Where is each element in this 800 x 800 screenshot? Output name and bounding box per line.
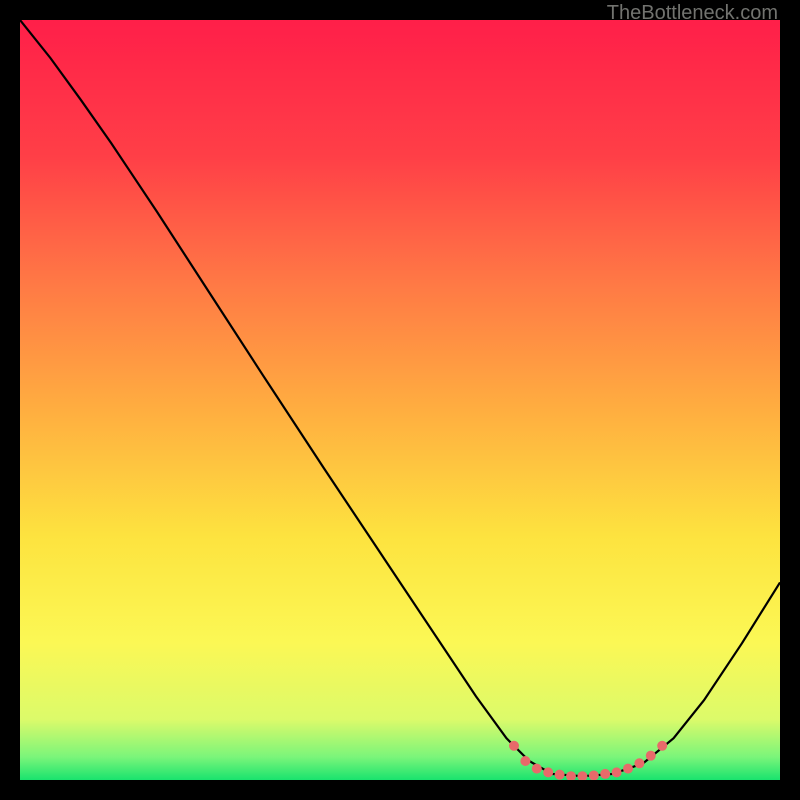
gradient-background [20, 20, 780, 780]
optimal-marker-dot [600, 769, 610, 779]
optimal-marker-dot [612, 767, 622, 777]
chart-container: TheBottleneck.com [0, 0, 800, 800]
optimal-marker-dot [634, 758, 644, 768]
optimal-marker-dot [589, 770, 599, 780]
optimal-marker-dot [543, 767, 553, 777]
optimal-marker-dot [623, 764, 633, 774]
plot-area [20, 20, 780, 780]
optimal-marker-dot [646, 751, 656, 761]
optimal-marker-dot [555, 770, 565, 780]
optimal-marker-dot [657, 741, 667, 751]
optimal-marker-dot [520, 756, 530, 766]
optimal-marker-dot [509, 741, 519, 751]
chart-svg [20, 20, 780, 780]
watermark-text: TheBottleneck.com [607, 2, 778, 25]
optimal-marker-dot [532, 764, 542, 774]
